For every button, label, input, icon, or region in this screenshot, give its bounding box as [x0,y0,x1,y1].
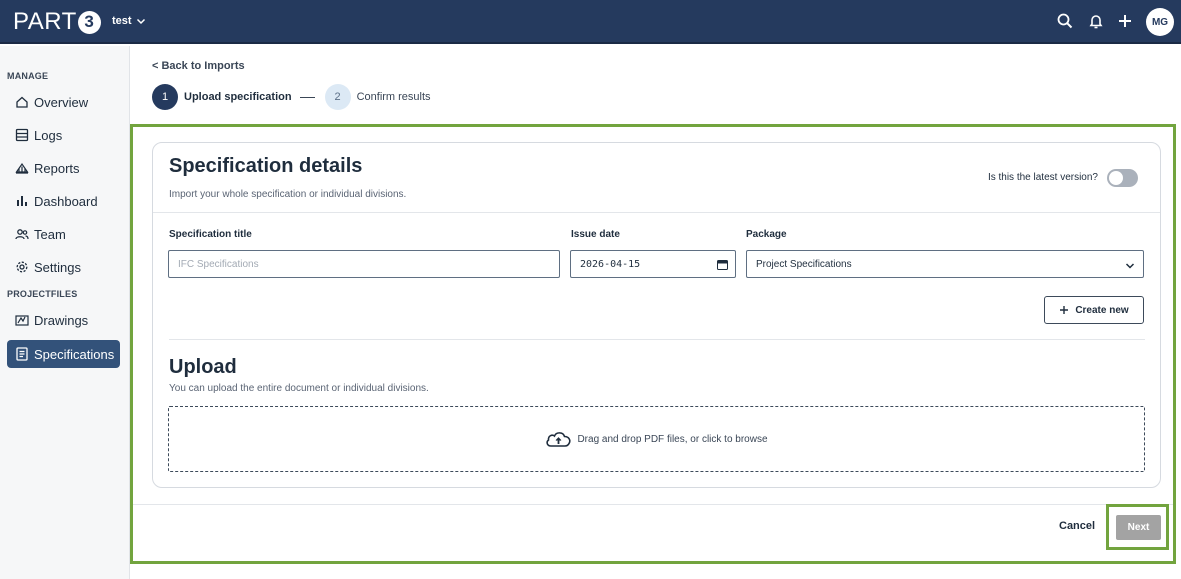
sidebar-item-dashboard[interactable]: Dashboard [7,187,120,215]
sidebar-item-label: Team [34,226,66,242]
section-heading-manage: MANAGE [7,71,49,81]
logs-icon [15,128,29,142]
sidebar-item-label: Settings [34,259,81,275]
logo-text: PART [13,8,77,35]
step-2-label: Confirm results [356,91,431,103]
card-subtitle: Import your whole specification or indiv… [169,189,407,200]
sidebar-item-label: Overview [34,94,89,110]
issue-date-input[interactable]: 2026-04-15 [570,250,736,278]
home-icon [16,96,28,108]
plus-icon[interactable] [1116,12,1134,30]
project-name: test [112,15,132,27]
package-value: Project Specifications [756,258,852,270]
plus-icon [1060,306,1069,314]
drawings-icon [15,315,29,326]
sidebar-item-settings[interactable]: Settings [7,253,120,281]
cancel-button[interactable]: Cancel [1059,520,1095,532]
create-new-label: Create new [1075,304,1129,316]
create-new-button[interactable]: Create new [1044,296,1144,324]
sidebar-item-label: Reports [34,160,80,176]
upload-subtitle: You can upload the entire document or in… [169,383,429,394]
spec-title-label: Specification title [169,229,252,240]
latest-version-toggle[interactable] [1107,169,1138,187]
calendar-icon[interactable] [717,259,728,270]
sidebar-item-label: Dashboard [34,193,98,209]
stepper: 1 Upload specification 2 Confirm results [152,84,431,110]
sidebar-item-reports[interactable]: Reports [7,154,120,182]
chevron-down-icon [136,18,145,25]
section-heading-projectfiles: PROJECTFILES [7,289,78,299]
next-button[interactable]: Next [1116,515,1161,540]
step-1-label: Upload specification [184,91,292,103]
top-bar: PART 3 test MG [0,0,1181,44]
search-icon[interactable] [1056,12,1074,30]
specification-card: Specification details Import your whole … [152,142,1161,488]
card-title: Specification details [169,155,363,177]
divider [153,212,1160,213]
upload-title: Upload [169,356,237,378]
issue-date-label: Issue date [571,229,620,240]
bell-icon[interactable] [1087,12,1105,30]
step-2-number: 2 [324,84,351,110]
dropzone-text: Drag and drop PDF files, or click to bro… [577,433,768,445]
back-to-imports-link[interactable]: < Back to Imports [152,60,245,72]
package-label: Package [746,229,787,240]
sidebar-item-overview[interactable]: Overview [7,88,120,116]
sidebar: MANAGE Overview Logs Reports Dashboard T… [0,46,130,579]
project-switcher[interactable]: test [112,15,146,27]
bar-chart-icon [17,196,27,206]
step-connector [299,96,315,98]
cloud-upload-icon [546,432,572,447]
sidebar-item-specifications[interactable]: Specifications [7,340,120,368]
sidebar-item-logs[interactable]: Logs [7,121,120,149]
footer-divider [133,504,1173,505]
sidebar-item-drawings[interactable]: Drawings [7,306,120,334]
spec-title-input[interactable]: IFC Specifications [168,250,560,278]
chevron-down-icon [1125,263,1135,269]
sidebar-item-label: Drawings [34,312,89,328]
team-icon [15,229,29,240]
divider [169,339,1145,340]
sidebar-item-label: Specifications [34,346,115,362]
app-logo[interactable]: PART 3 [13,8,101,36]
avatar[interactable]: MG [1146,8,1174,36]
issue-date-value: 2026-04-15 [580,258,641,270]
package-select[interactable]: Project Specifications [746,250,1144,278]
gear-icon [16,261,28,273]
sidebar-item-label: Logs [34,127,63,143]
reports-icon [15,162,29,174]
file-dropzone[interactable]: Drag and drop PDF files, or click to bro… [168,406,1145,472]
latest-version-label: Is this the latest version? [987,172,1098,183]
sidebar-item-team[interactable]: Team [7,220,120,248]
step-1-number: 1 [152,84,178,110]
logo-badge: 3 [77,10,101,34]
document-icon [16,347,28,361]
